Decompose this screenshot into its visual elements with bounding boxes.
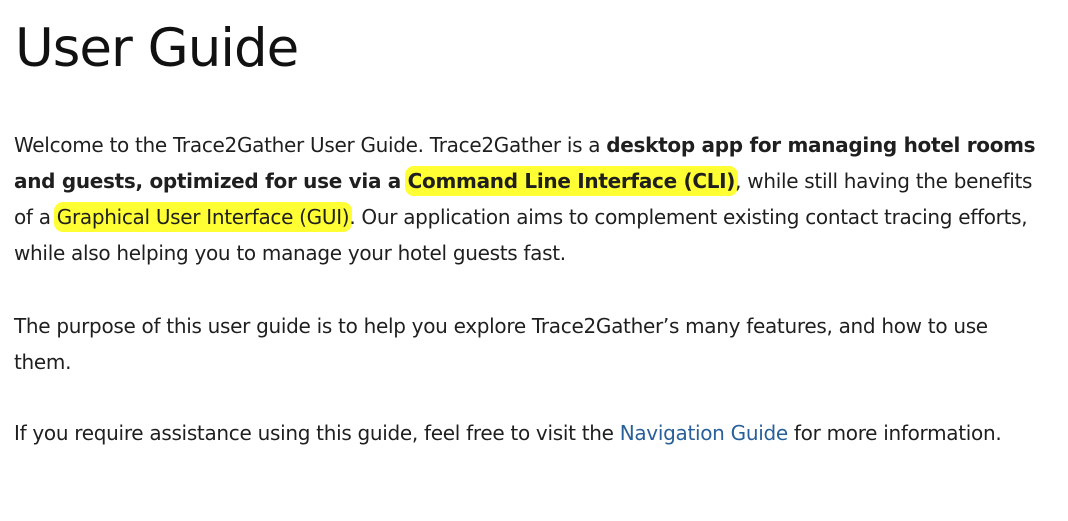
assistance-paragraph: If you require assistance using this gui…	[14, 415, 1044, 451]
gui-highlight: Graphical User Interface (GUI)	[56, 205, 350, 229]
intro-paragraph: Welcome to the Trace2Gather User Guide. …	[14, 127, 1044, 271]
assistance-text-after: for more information.	[787, 421, 1002, 445]
purpose-paragraph: The purpose of this user guide is to hel…	[14, 314, 988, 374]
cli-highlight: Command Line Interface (CLI)	[407, 169, 736, 193]
assistance-text-before: If you require assistance using this gui…	[14, 421, 620, 445]
navigation-guide-link[interactable]: Navigation Guide	[620, 421, 788, 445]
page-title: User Guide	[15, 18, 299, 79]
intro-text-1: Welcome to the Trace2Gather User Guide. …	[14, 133, 607, 157]
